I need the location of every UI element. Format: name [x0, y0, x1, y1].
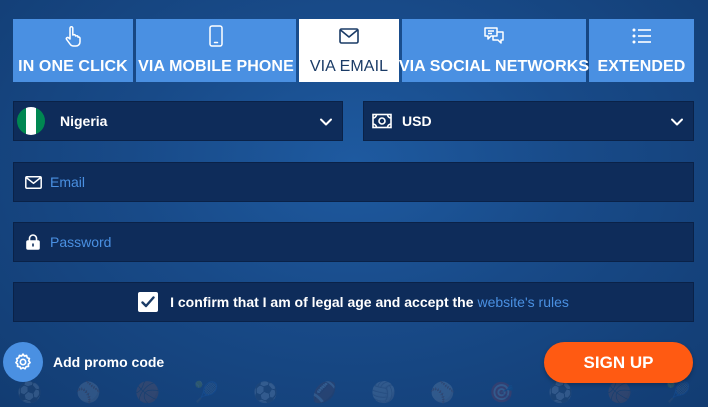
add-promo-code-button[interactable]: Add promo code	[3, 342, 164, 382]
mobile-phone-icon	[205, 25, 227, 47]
password-field[interactable]	[13, 222, 694, 262]
tab-email[interactable]: VIA EMAIL	[299, 19, 399, 82]
gear-icon	[15, 353, 31, 370]
promo-label: Add promo code	[53, 354, 165, 370]
tab-mobile-phone[interactable]: VIA MOBILE PHONE	[136, 19, 296, 82]
promo-gear-button[interactable]	[3, 342, 43, 382]
checkmark-icon	[141, 296, 155, 308]
tap-finger-icon	[62, 25, 84, 47]
list-icon	[631, 25, 653, 47]
confirm-text-label: I confirm that I am of legal age and acc…	[170, 294, 474, 310]
currency-select[interactable]: USD	[363, 101, 694, 141]
email-input[interactable]	[50, 174, 650, 190]
tab-one-click[interactable]: IN ONE CLICK	[13, 19, 133, 82]
legal-age-confirmation: I confirm that I am of legal age and acc…	[13, 282, 694, 322]
legal-age-checkbox[interactable]	[138, 292, 159, 312]
chat-bubbles-icon	[483, 25, 505, 47]
website-rules-link[interactable]: website's rules	[478, 294, 569, 310]
chevron-down-icon	[320, 118, 332, 126]
tab-social-networks[interactable]: VIA SOCIAL NETWORKS	[398, 19, 590, 82]
banknote-icon	[372, 113, 392, 129]
registration-method-tabs: IN ONE CLICK VIA MOBILE PHONE VIA EMAIL	[13, 19, 694, 82]
chevron-down-icon	[671, 118, 683, 126]
envelope-icon	[24, 173, 42, 191]
envelope-icon	[338, 25, 360, 47]
currency-select-value: USD	[402, 113, 432, 129]
country-select[interactable]: Nigeria	[13, 101, 343, 141]
tab-label: IN ONE CLICK	[18, 58, 128, 75]
tab-label: VIA MOBILE PHONE	[138, 58, 294, 75]
password-input[interactable]	[50, 234, 650, 250]
tab-label: EXTENDED	[597, 58, 686, 75]
email-field[interactable]	[13, 162, 694, 202]
tab-label: VIA EMAIL	[309, 58, 389, 75]
nigeria-flag-icon	[17, 107, 45, 135]
confirm-text: I confirm that I am of legal age and acc…	[170, 294, 569, 310]
tab-label: VIA SOCIAL NETWORKS	[398, 58, 590, 75]
tab-extended[interactable]: EXTENDED	[589, 19, 694, 82]
lock-icon	[24, 233, 42, 251]
sign-up-button[interactable]: SIGN UP	[544, 342, 693, 383]
country-select-value: Nigeria	[60, 113, 108, 129]
